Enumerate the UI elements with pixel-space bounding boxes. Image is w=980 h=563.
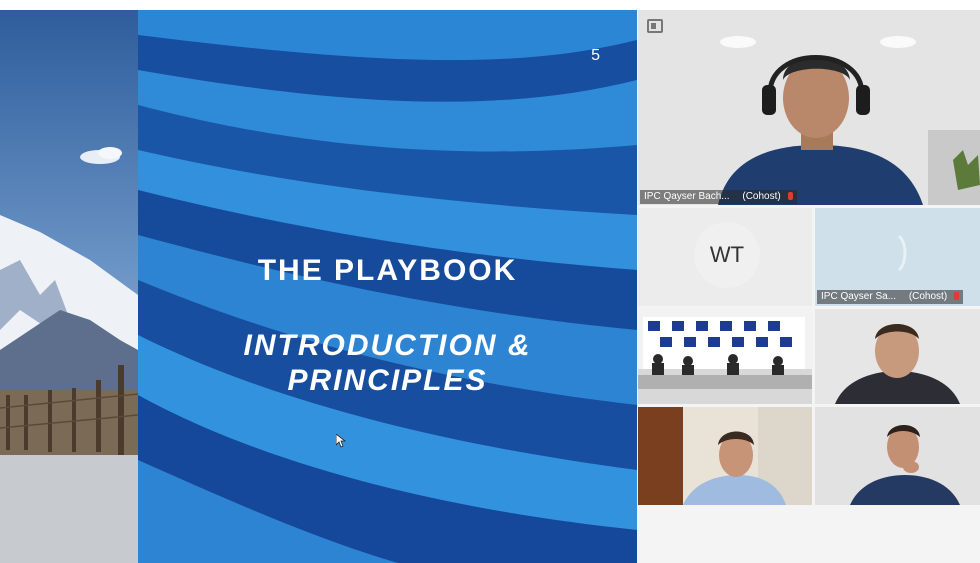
- background-photo: [0, 10, 138, 563]
- participant-tile-conference-room[interactable]: [638, 309, 812, 404]
- participant-tile-6[interactable]: [815, 407, 980, 505]
- participant-role: (Cohost): [908, 291, 948, 302]
- mic-muted-icon: [953, 292, 959, 301]
- participants-panel: IPC Qayser Bach... (Cohost) WT IPC Qayse…: [637, 10, 980, 563]
- participant-tile-5[interactable]: [638, 407, 812, 505]
- participant-video: [815, 309, 980, 404]
- slide-page-number: 5: [591, 47, 600, 64]
- presentation-slide: 5 THE PLAYBOOK INTRODUCTION & PRINCIPLES: [138, 10, 637, 563]
- participant-name: IPC Qayser Bach...: [644, 191, 730, 202]
- mouse-cursor-icon: [336, 434, 346, 448]
- slide-title: THE PLAYBOOK: [257, 254, 518, 287]
- slide-subtitle: INTRODUCTION & PRINCIPLES: [138, 328, 637, 398]
- participant-tile-speaker[interactable]: IPC Qayser Bach... (Cohost): [638, 10, 980, 205]
- slide-subtitle-line-2: PRINCIPLES: [287, 364, 488, 397]
- participant-video: [638, 309, 812, 404]
- participant-video: [638, 407, 812, 505]
- slide-subtitle-line-1: INTRODUCTION &: [243, 329, 532, 362]
- participant-tile-wt[interactable]: WT: [638, 208, 812, 306]
- participant-initials: WT: [694, 222, 760, 288]
- mic-muted-icon: [787, 192, 793, 201]
- participant-tile-4[interactable]: ›: [815, 309, 980, 404]
- participant-video: [815, 407, 980, 505]
- participant-video: [638, 10, 980, 205]
- gallery-view-icon[interactable]: [647, 19, 663, 33]
- participant-name: IPC Qayser Sa...: [821, 291, 897, 302]
- participant-role: (Cohost): [742, 191, 781, 202]
- participant-name-label: IPC Qayser Bach... (Cohost): [640, 190, 797, 204]
- participant-tile-cohost[interactable]: IPC Qayser Sa... (Cohost): [815, 208, 980, 306]
- meeting-window: 5 THE PLAYBOOK INTRODUCTION & PRINCIPLES: [0, 10, 980, 563]
- participant-name-label: IPC Qayser Sa... (Cohost): [817, 290, 963, 304]
